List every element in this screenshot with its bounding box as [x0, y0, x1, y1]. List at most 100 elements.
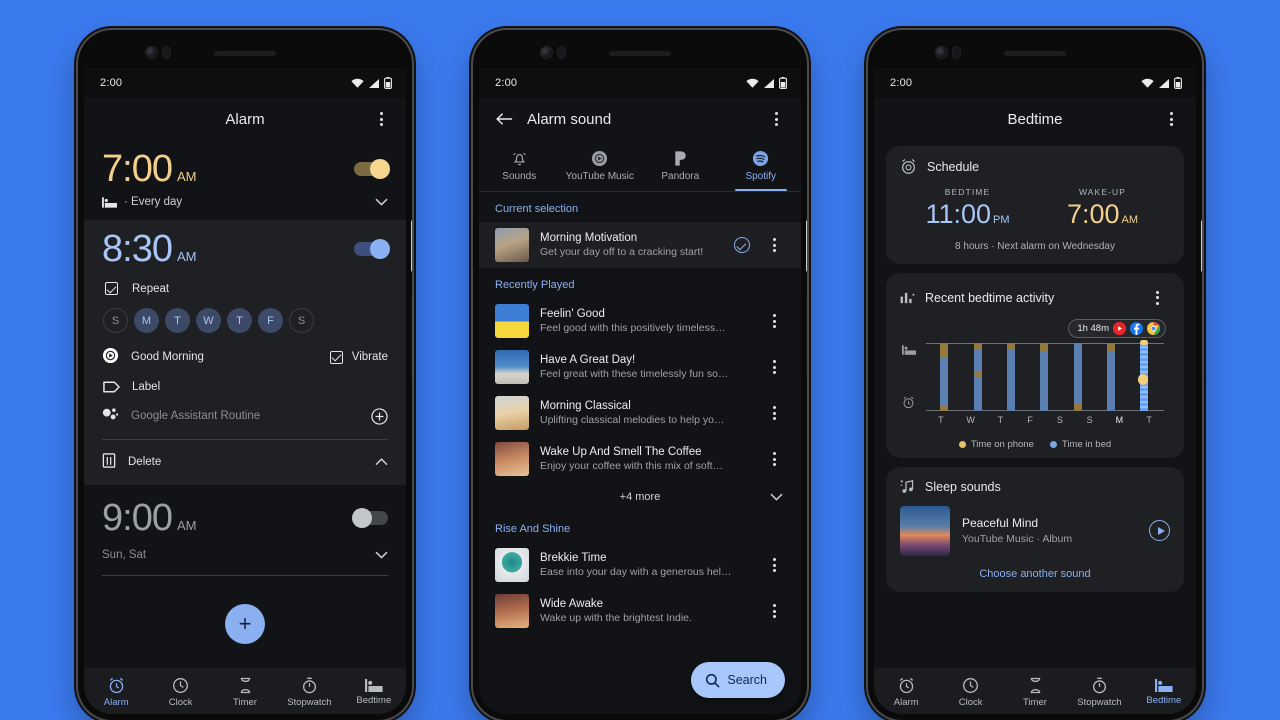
play-circle-icon[interactable] — [1149, 520, 1170, 542]
alarm-toggle[interactable] — [354, 239, 390, 259]
nav-item-stopwatch[interactable]: Stopwatch — [277, 677, 341, 708]
power-button[interactable] — [411, 220, 412, 272]
overflow-menu-icon[interactable] — [763, 106, 789, 132]
bar-phone — [1073, 402, 1082, 411]
overflow-menu-icon[interactable] — [1158, 106, 1184, 132]
sensor-icon — [953, 47, 960, 58]
tab-sounds[interactable]: Sounds — [479, 140, 560, 191]
track-title: Wake Up And Smell The Coffee — [540, 446, 702, 458]
show-more-button[interactable]: +4 more — [479, 482, 801, 512]
nav-item-bedtime[interactable]: Bedtime — [342, 678, 406, 706]
list-item[interactable]: Feelin' Good Feel good with this positiv… — [479, 298, 801, 344]
nav-item-alarm[interactable]: Alarm — [874, 677, 938, 708]
status-icons — [746, 77, 787, 89]
bed-icon — [902, 344, 916, 355]
overflow-menu-icon[interactable] — [761, 308, 787, 334]
assistant-routine-row[interactable]: Google Assistant Routine — [102, 407, 388, 425]
sleep-sounds-card[interactable]: Sleep sounds Peaceful Mind YouTube Music… — [886, 466, 1184, 592]
overflow-menu-icon[interactable] — [761, 232, 787, 258]
vibrate-row[interactable]: Vibrate — [329, 350, 388, 364]
list-item[interactable]: Brekkie Time Ease into your day with a g… — [479, 542, 801, 588]
nav-item-alarm[interactable]: Alarm — [84, 677, 148, 708]
list-item[interactable]: Wide Awake Wake up with the brightest In… — [479, 588, 801, 634]
volume-button[interactable] — [1201, 295, 1202, 381]
track-title: Wide Awake — [540, 598, 604, 610]
wakeup-block[interactable]: WAKE-UP 7:00 AM — [1035, 187, 1170, 230]
alarm-time[interactable]: 9:00 AM — [102, 499, 354, 537]
overflow-menu-icon[interactable] — [761, 598, 787, 624]
delete-row[interactable]: Delete — [102, 453, 388, 471]
list-item[interactable]: Morning Classical Uplifting classical me… — [479, 390, 801, 436]
alarm-item-7am[interactable]: 7:00 AM · Every day — [84, 140, 406, 220]
day-toggle-mon[interactable]: M — [134, 308, 159, 333]
day-selector[interactable]: S M T W T F S — [102, 308, 388, 333]
bed-icon — [364, 678, 383, 692]
x-tick: S — [1056, 414, 1063, 425]
overflow-menu-icon[interactable] — [368, 106, 394, 132]
list-item[interactable]: Have A Great Day! Feel great with these … — [479, 344, 801, 390]
tab-spotify[interactable]: Spotify — [721, 140, 802, 191]
chevron-down-icon[interactable] — [375, 198, 388, 206]
alarm-time[interactable]: 8:30 AM — [102, 230, 354, 268]
back-arrow-icon[interactable] — [491, 106, 517, 132]
nav-item-bedtime[interactable]: Bedtime — [1132, 678, 1196, 706]
overflow-menu-icon[interactable] — [761, 446, 787, 472]
list-item[interactable]: Wake Up And Smell The Coffee Enjoy your … — [479, 436, 801, 482]
overflow-menu-icon[interactable] — [1144, 285, 1170, 311]
section-heading: Current selection — [479, 192, 801, 222]
day-toggle-sun[interactable]: S — [103, 308, 128, 333]
activity-card[interactable]: Recent bedtime activity 1h 48m T W T F S… — [886, 272, 1184, 458]
track-title: Morning Motivation — [540, 232, 638, 244]
alarm-time[interactable]: 7:00 AM — [102, 150, 354, 188]
choose-another-sound-link[interactable]: Choose another sound — [900, 568, 1170, 580]
volume-button[interactable] — [411, 295, 412, 381]
day-toggle-wed[interactable]: W — [196, 308, 221, 333]
day-toggle-thu[interactable]: T — [227, 308, 252, 333]
alarm-toggle[interactable] — [354, 159, 390, 179]
tab-youtube-music[interactable]: YouTube Music — [560, 140, 641, 191]
track-title: Have A Great Day! — [540, 354, 636, 366]
bedtime-block[interactable]: BEDTIME 11:00 PM — [900, 187, 1035, 230]
power-button[interactable] — [806, 220, 807, 272]
alarm-time-value: 8:30 — [102, 228, 173, 270]
repeat-checkbox[interactable] — [104, 282, 118, 295]
nav-item-clock[interactable]: Clock — [938, 677, 1002, 708]
day-toggle-tue[interactable]: T — [165, 308, 190, 333]
tab-label: YouTube Music — [565, 170, 634, 182]
power-button[interactable] — [1201, 220, 1202, 272]
status-bar: 2:00 — [874, 68, 1196, 98]
overflow-menu-icon[interactable] — [761, 354, 787, 380]
overflow-menu-icon[interactable] — [761, 552, 787, 578]
chevron-up-icon[interactable] — [375, 458, 388, 466]
page-title: Alarm sound — [527, 110, 612, 128]
volume-button[interactable] — [806, 295, 807, 381]
sound-list[interactable]: Current selection Morning Motivation Get… — [479, 192, 801, 714]
plus-circle-icon[interactable] — [371, 407, 388, 425]
tab-label: Spotify — [745, 170, 777, 182]
schedule-card[interactable]: Schedule BEDTIME 11:00 PM WAKE-UP 7:00 A… — [886, 146, 1184, 264]
alarm-item-9am[interactable]: 9:00 AM Sun, Sat — [84, 485, 406, 588]
nav-item-timer[interactable]: Timer — [213, 677, 277, 708]
page-title: Alarm — [225, 110, 265, 128]
nav-item-stopwatch[interactable]: Stopwatch — [1067, 677, 1131, 708]
tab-pandora[interactable]: Pandora — [640, 140, 721, 191]
repeat-row[interactable]: Repeat — [102, 282, 388, 295]
bar-phone-current — [1140, 339, 1149, 345]
chevron-down-icon[interactable] — [375, 551, 388, 559]
alarm-toggle[interactable] — [352, 508, 388, 528]
vibrate-checkbox[interactable] — [329, 350, 343, 364]
ringtone-row[interactable]: Good Morning — [102, 347, 330, 367]
day-toggle-sat[interactable]: S — [289, 308, 314, 333]
add-alarm-button[interactable]: + — [225, 604, 265, 644]
search-button[interactable]: Search — [691, 662, 785, 698]
overflow-menu-icon[interactable] — [761, 400, 787, 426]
nav-item-clock[interactable]: Clock — [148, 677, 212, 708]
clock-icon — [963, 677, 979, 693]
list-item[interactable]: Morning Motivation Get your day off to a… — [479, 222, 801, 268]
alarm-item-830am[interactable]: 8:30 AM Repeat S M T W T F S Good Mornin… — [84, 220, 406, 485]
day-toggle-fri[interactable]: F — [258, 308, 283, 333]
bedtime-chart[interactable]: 1h 48m T W T F S S M T — [900, 318, 1170, 437]
nav-item-timer[interactable]: Timer — [1003, 677, 1067, 708]
notch — [84, 36, 406, 68]
label-row[interactable]: Label — [102, 381, 388, 393]
